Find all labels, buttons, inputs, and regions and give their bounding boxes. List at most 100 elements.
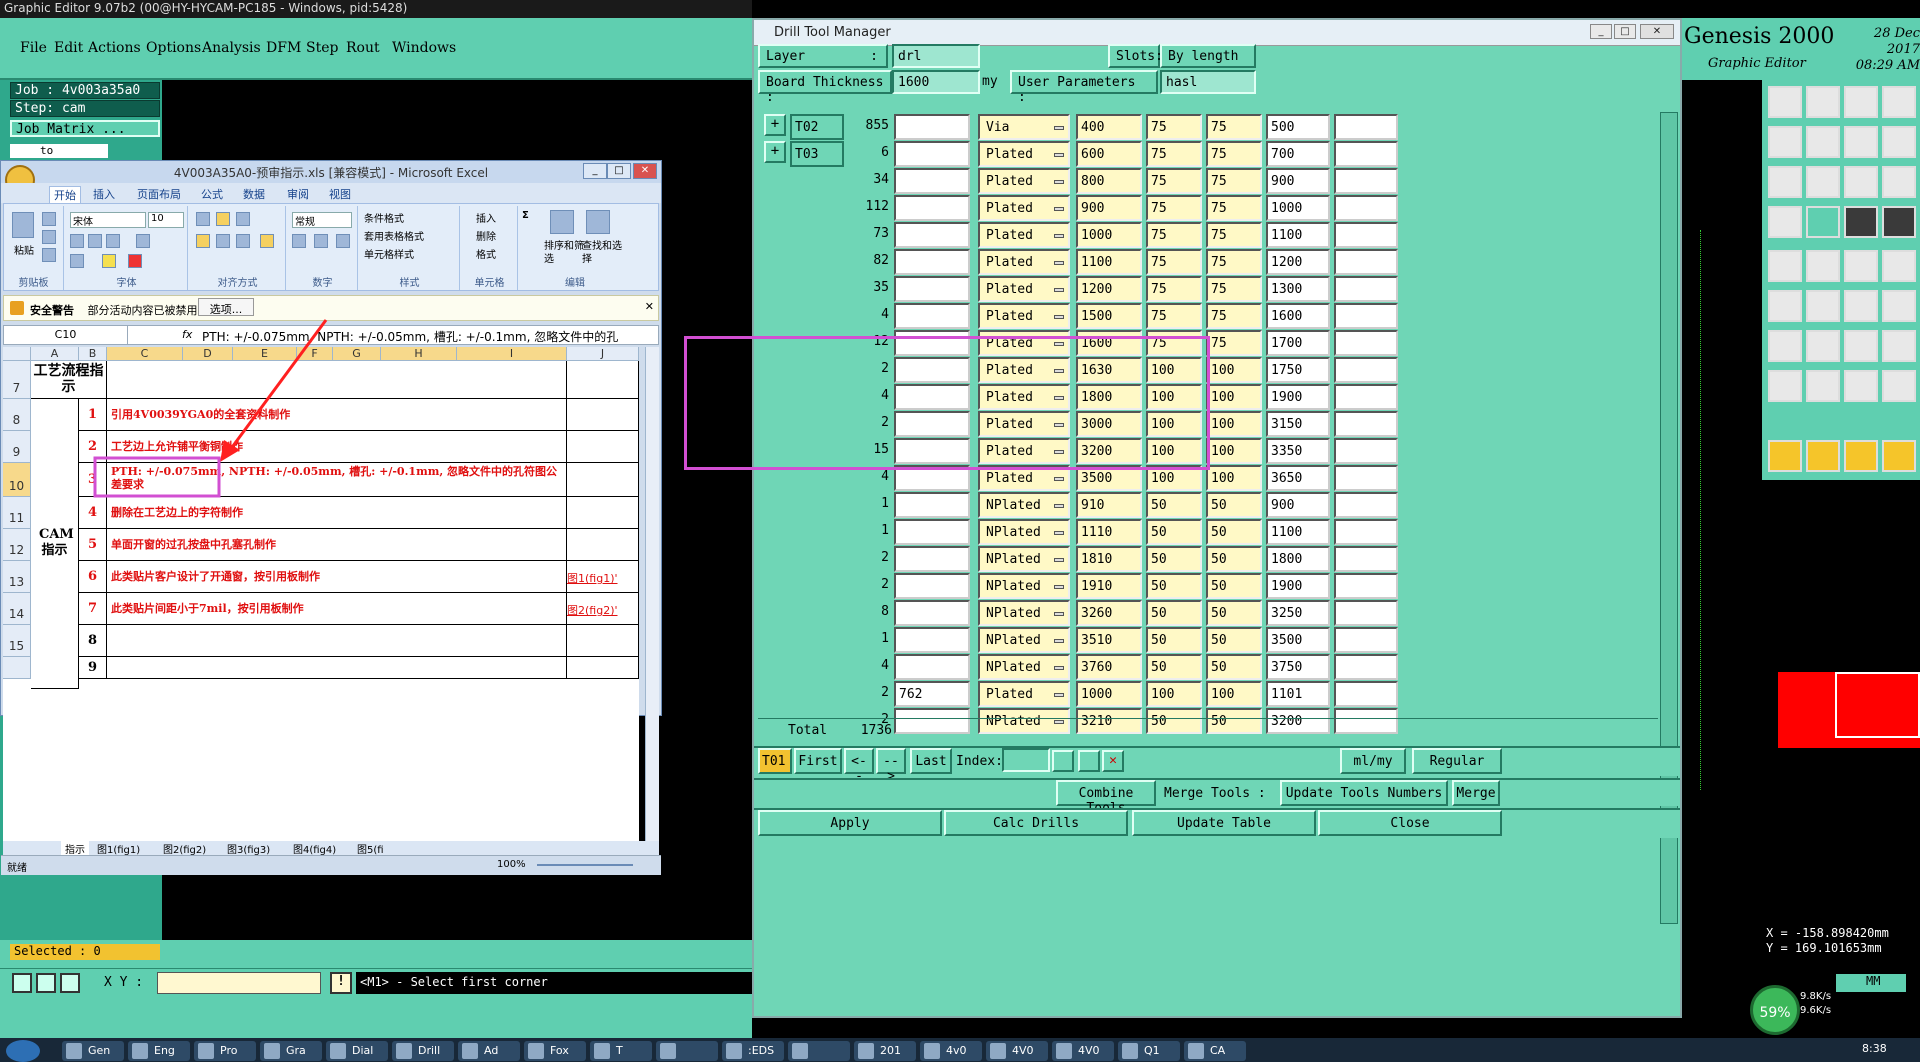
tool-button[interactable] bbox=[1844, 370, 1878, 402]
tol-minus-field[interactable]: 75 bbox=[1206, 195, 1262, 221]
finish-field[interactable]: 1800 bbox=[1266, 546, 1330, 572]
tol-plus-field[interactable]: 50 bbox=[1146, 600, 1202, 626]
finish-size-input[interactable] bbox=[894, 654, 970, 680]
drill-size-field[interactable]: 1500 bbox=[1076, 303, 1142, 329]
extra-field[interactable] bbox=[1334, 546, 1398, 572]
taskbar-item[interactable]: 4V0 bbox=[1052, 1041, 1114, 1061]
tol-minus-field[interactable]: 50 bbox=[1206, 519, 1262, 545]
extra-field[interactable] bbox=[1334, 519, 1398, 545]
finish-field[interactable]: 3250 bbox=[1266, 600, 1330, 626]
tool-button[interactable] bbox=[1768, 206, 1802, 238]
start-button[interactable] bbox=[6, 1040, 40, 1062]
finish-field[interactable]: 3350 bbox=[1266, 438, 1330, 464]
tool-button[interactable] bbox=[1806, 250, 1840, 282]
taskbar-item[interactable]: Eng bbox=[128, 1041, 190, 1061]
tol-minus-field[interactable]: 100 bbox=[1206, 438, 1262, 464]
tool-button[interactable] bbox=[1768, 250, 1802, 282]
measure-icon[interactable] bbox=[36, 973, 56, 993]
finish-field[interactable]: 3650 bbox=[1266, 465, 1330, 491]
tol-plus-field[interactable]: 50 bbox=[1146, 573, 1202, 599]
finish-size-input[interactable] bbox=[894, 627, 970, 653]
tol-plus-field[interactable]: 50 bbox=[1146, 546, 1202, 572]
taskbar-item[interactable] bbox=[788, 1041, 850, 1061]
tool-button[interactable] bbox=[1768, 370, 1802, 402]
tool-button[interactable] bbox=[1806, 126, 1840, 158]
taskbar-item[interactable]: Drill bbox=[392, 1041, 454, 1061]
extra-field[interactable] bbox=[1334, 276, 1398, 302]
tool-button[interactable] bbox=[1806, 206, 1840, 238]
drill-size-field[interactable]: 3510 bbox=[1076, 627, 1142, 653]
type-dropdown[interactable]: Via bbox=[978, 114, 1070, 140]
tool-button[interactable] bbox=[1768, 330, 1802, 362]
xy-input[interactable] bbox=[157, 972, 321, 994]
extra-field[interactable] bbox=[1334, 573, 1398, 599]
finish-field[interactable]: 1300 bbox=[1266, 276, 1330, 302]
finish-size-input[interactable] bbox=[894, 600, 970, 626]
type-dropdown[interactable]: NPlated bbox=[978, 492, 1070, 518]
finish-size-input[interactable] bbox=[894, 114, 970, 140]
finish-field[interactable]: 1900 bbox=[1266, 573, 1330, 599]
finish-field[interactable]: 1000 bbox=[1266, 195, 1330, 221]
tool-button[interactable] bbox=[1768, 166, 1802, 198]
tol-minus-field[interactable]: 75 bbox=[1206, 303, 1262, 329]
finish-field[interactable]: 1101 bbox=[1266, 681, 1330, 707]
taskbar-item[interactable]: Ad bbox=[458, 1041, 520, 1061]
tol-plus-field[interactable]: 75 bbox=[1146, 168, 1202, 194]
finish-size-input[interactable] bbox=[894, 168, 970, 194]
finish-field[interactable]: 1200 bbox=[1266, 249, 1330, 275]
sheet-tab-active[interactable]: 指示 bbox=[61, 841, 89, 856]
zoom-level[interactable]: 100% bbox=[497, 859, 526, 870]
taskbar-item[interactable]: 4v0 bbox=[920, 1041, 982, 1061]
finish-size-input[interactable]: 762 bbox=[894, 681, 970, 707]
type-dropdown[interactable]: NPlated bbox=[978, 600, 1070, 626]
first-button[interactable]: First bbox=[794, 748, 842, 774]
finish-field[interactable]: 1600 bbox=[1266, 303, 1330, 329]
finish-field[interactable]: 3150 bbox=[1266, 411, 1330, 437]
layer-field[interactable]: drl bbox=[892, 44, 980, 68]
taskbar-item[interactable]: Pro bbox=[194, 1041, 256, 1061]
drill-size-field[interactable]: 910 bbox=[1076, 492, 1142, 518]
tol-plus-field[interactable]: 75 bbox=[1146, 249, 1202, 275]
taskbar-item[interactable]: Fox bbox=[524, 1041, 586, 1061]
tol-minus-field[interactable]: 50 bbox=[1206, 492, 1262, 518]
type-dropdown[interactable]: NPlated bbox=[978, 627, 1070, 653]
tool-button[interactable] bbox=[1844, 206, 1878, 238]
tool-button[interactable] bbox=[1882, 126, 1916, 158]
tol-plus-field[interactable]: 75 bbox=[1146, 222, 1202, 248]
extra-field[interactable] bbox=[1334, 492, 1398, 518]
drill-size-field[interactable]: 1000 bbox=[1076, 681, 1142, 707]
finish-size-input[interactable] bbox=[894, 141, 970, 167]
finish-field[interactable]: 500 bbox=[1266, 114, 1330, 140]
tol-minus-field[interactable]: 75 bbox=[1206, 168, 1262, 194]
sheet-tab[interactable]: 图5(fi bbox=[357, 841, 384, 856]
expand-icon[interactable]: + bbox=[764, 141, 786, 163]
last-button[interactable]: Last bbox=[910, 748, 952, 774]
tool-button[interactable] bbox=[1844, 250, 1878, 282]
tol-minus-field[interactable]: 75 bbox=[1206, 222, 1262, 248]
expand-icon[interactable]: + bbox=[764, 114, 786, 136]
sheet-tab[interactable]: 图4(fig4) bbox=[293, 841, 336, 856]
tool-button[interactable] bbox=[1844, 166, 1878, 198]
tol-minus-field[interactable]: 75 bbox=[1206, 276, 1262, 302]
tool-icon[interactable] bbox=[12, 973, 32, 993]
tol-plus-field[interactable]: 50 bbox=[1146, 519, 1202, 545]
tol-minus-field[interactable]: 75 bbox=[1206, 141, 1262, 167]
tol-plus-field[interactable]: 75 bbox=[1146, 276, 1202, 302]
extra-field[interactable] bbox=[1334, 141, 1398, 167]
tol-minus-field[interactable]: 100 bbox=[1206, 411, 1262, 437]
extra-field[interactable] bbox=[1334, 168, 1398, 194]
taskbar-item[interactable]: 201 bbox=[854, 1041, 916, 1061]
type-dropdown[interactable]: Plated bbox=[978, 681, 1070, 707]
tol-minus-field[interactable]: 100 bbox=[1206, 681, 1262, 707]
type-dropdown[interactable]: Plated bbox=[978, 222, 1070, 248]
type-dropdown[interactable]: Plated bbox=[978, 249, 1070, 275]
finish-size-input[interactable] bbox=[894, 546, 970, 572]
update-tool-numbers-dropdown[interactable]: Update Tools Numbers bbox=[1280, 780, 1448, 806]
extra-field[interactable] bbox=[1334, 249, 1398, 275]
extra-field[interactable] bbox=[1334, 114, 1398, 140]
finish-field[interactable]: 3500 bbox=[1266, 627, 1330, 653]
tol-minus-field[interactable]: 50 bbox=[1206, 654, 1262, 680]
combine-tools-button[interactable]: Combine Tools bbox=[1056, 780, 1156, 816]
apply-button[interactable]: Apply bbox=[758, 810, 942, 836]
finish-size-input[interactable] bbox=[894, 249, 970, 275]
